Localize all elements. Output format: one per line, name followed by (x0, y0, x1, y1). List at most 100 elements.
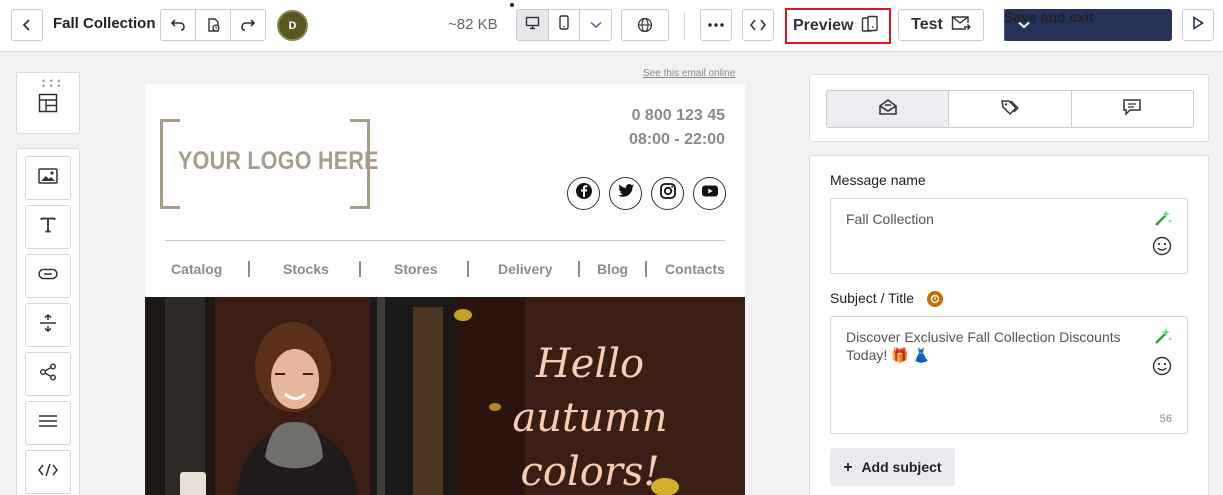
nav-link-stocks[interactable]: Stocks (283, 261, 329, 277)
emoji-icon[interactable] (1152, 356, 1172, 381)
magic-wand-icon[interactable] (1153, 326, 1173, 351)
toolbar-divider (684, 12, 685, 40)
logo-bracket-left (160, 119, 180, 209)
save-and-exit-label: Save and exit (1004, 9, 1094, 25)
add-subject-label: Add subject (861, 459, 942, 475)
mobile-view-button[interactable] (549, 10, 581, 40)
desktop-view-button[interactable] (517, 10, 549, 40)
nav-separator (578, 261, 580, 277)
chevron-down-icon (590, 16, 602, 34)
text-block[interactable] (25, 205, 71, 249)
status-dot (510, 3, 514, 7)
nav-separator (359, 261, 361, 277)
nav-link-contacts[interactable]: Contacts (665, 261, 725, 277)
device-preview-icon (861, 15, 879, 38)
add-subject-button[interactable]: Add subject (830, 448, 955, 486)
top-bar: Fall Collection D ~82 KB Preview Test Sa… (0, 0, 1223, 52)
subject-field[interactable]: Discover Exclusive Fall Collection Disco… (830, 316, 1188, 434)
code-icon (750, 19, 766, 31)
warning-icon[interactable] (927, 291, 943, 307)
device-switcher (516, 9, 612, 41)
message-title: Fall Collection (53, 15, 156, 32)
mobile-icon (559, 15, 569, 35)
settings-tabs-card (809, 74, 1209, 142)
phone-number: 0 800 123 45 (631, 107, 725, 124)
spacer-icon (39, 313, 57, 337)
html-block[interactable] (25, 450, 71, 494)
layout-icon (38, 93, 58, 118)
facebook-icon (575, 182, 593, 205)
redo-icon (240, 18, 256, 32)
text-icon (40, 217, 56, 238)
hero-line-2: autumn (512, 395, 668, 441)
message-name-field[interactable]: Fall Collection (830, 198, 1188, 274)
emoji-icon[interactable] (1152, 236, 1172, 261)
test-button[interactable]: Test (898, 9, 984, 41)
settings-tabs (826, 90, 1194, 128)
subject-label: Subject / Title (830, 290, 915, 306)
hero-line-1: Hello (535, 341, 645, 387)
undo-icon (170, 18, 186, 32)
send-button[interactable] (1182, 9, 1214, 41)
logo-placeholder[interactable]: YOUR LOGO HERE (160, 119, 378, 211)
history-button[interactable] (195, 9, 231, 41)
youtube-icon (701, 184, 719, 203)
device-dropdown-button[interactable] (580, 10, 611, 40)
nav-link-catalog[interactable]: Catalog (171, 261, 222, 277)
email-canvas[interactable]: YOUR LOGO HERE 0 800 123 45 08:00 - 22:0… (145, 84, 745, 495)
instagram-link[interactable] (651, 177, 684, 210)
tags-icon (1000, 98, 1020, 121)
language-button[interactable] (621, 9, 669, 41)
nav-link-delivery[interactable]: Delivery (498, 261, 552, 277)
back-button[interactable] (11, 9, 43, 41)
youtube-link[interactable] (693, 177, 726, 210)
tab-tags[interactable] (949, 91, 1072, 127)
twitter-link[interactable] (609, 177, 642, 210)
nav-link-blog[interactable]: Blog (597, 261, 628, 277)
spacer-block[interactable] (25, 303, 71, 347)
back-icon (20, 18, 34, 32)
button-block[interactable] (25, 254, 71, 298)
message-name-label: Message name (830, 172, 926, 188)
more-button[interactable] (700, 9, 732, 41)
subject-value: Discover Exclusive Fall Collection Disco… (846, 329, 1121, 363)
preview-label: Preview (793, 17, 854, 34)
globe-icon (637, 17, 653, 33)
preview-button[interactable]: Preview (785, 8, 891, 44)
desktop-icon (525, 16, 540, 35)
email-size: ~82 KB (448, 16, 498, 33)
hero-banner[interactable]: Hello autumn colors! (145, 297, 745, 495)
image-icon (38, 167, 58, 189)
undo-button[interactable] (160, 9, 196, 41)
twitter-icon (617, 183, 635, 204)
image-block[interactable] (25, 156, 71, 200)
user-avatar[interactable]: D (277, 10, 308, 41)
history-icon (205, 17, 221, 33)
instagram-icon (659, 182, 677, 205)
opening-hours: 08:00 - 22:00 (628, 131, 725, 148)
html-code-icon (38, 463, 58, 482)
comments-icon (1122, 98, 1142, 121)
see-email-online-link[interactable]: See this email online (643, 68, 735, 79)
tab-message-settings[interactable] (827, 91, 950, 127)
subject-char-counter: 56 (1159, 413, 1172, 425)
hero-line-3: colors! (520, 449, 660, 495)
test-label: Test (911, 16, 943, 33)
share-icon (39, 363, 57, 386)
social-block[interactable] (25, 352, 71, 396)
tab-comments[interactable] (1072, 91, 1193, 127)
code-view-button[interactable] (742, 9, 774, 41)
nav-separator (467, 261, 469, 277)
facebook-link[interactable] (567, 177, 600, 210)
header-divider (165, 240, 725, 241)
save-and-exit-button[interactable]: Save and exit (1004, 9, 1172, 41)
divider-block[interactable] (25, 401, 71, 445)
redo-button[interactable] (230, 9, 266, 41)
plus-icon (843, 459, 853, 475)
drag-handle-icon[interactable]: • • • • • • (42, 77, 61, 91)
magic-wand-icon[interactable] (1153, 208, 1173, 233)
envelope-send-icon (951, 15, 971, 36)
structure-block[interactable]: • • • • • • (16, 72, 80, 134)
message-settings-card: Message name Fall Collection Subject / T… (809, 155, 1209, 495)
nav-link-stores[interactable]: Stores (394, 261, 438, 277)
